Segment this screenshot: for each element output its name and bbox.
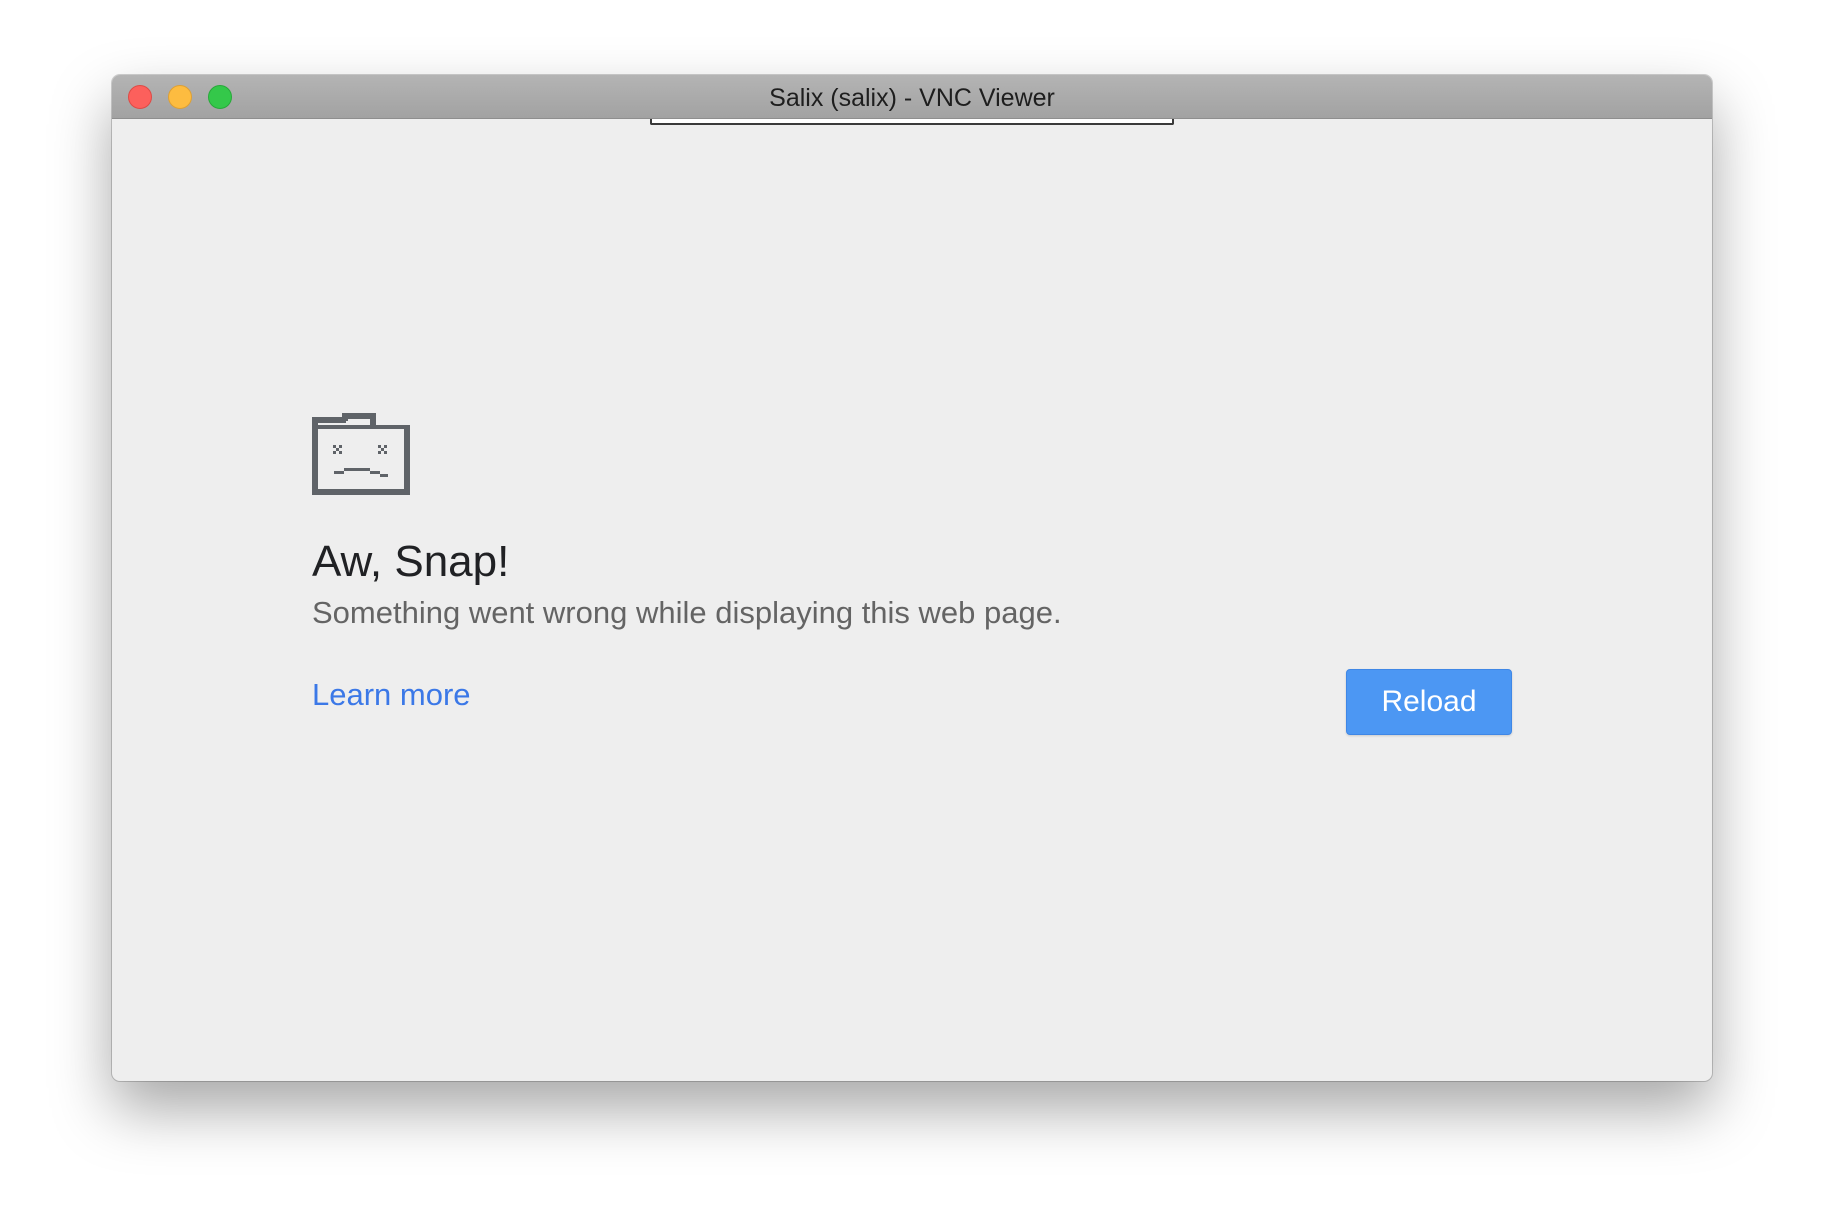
error-message: Something went wrong while displaying th… — [312, 595, 1062, 630]
learn-more-link[interactable]: Learn more — [312, 677, 471, 713]
error-page: Aw, Snap! Something went wrong while dis… — [112, 119, 1712, 1081]
error-heading: Aw, Snap! — [312, 537, 510, 586]
reload-button[interactable]: Reload — [1346, 669, 1512, 735]
vnc-viewer-window: Salix (salix) - VNC Viewer Aw, Snap! Som… — [112, 75, 1712, 1081]
sad-tab-icon — [312, 413, 410, 495]
window-titlebar[interactable]: Salix (salix) - VNC Viewer — [112, 75, 1712, 119]
window-title: Salix (salix) - VNC Viewer — [769, 84, 1055, 112]
